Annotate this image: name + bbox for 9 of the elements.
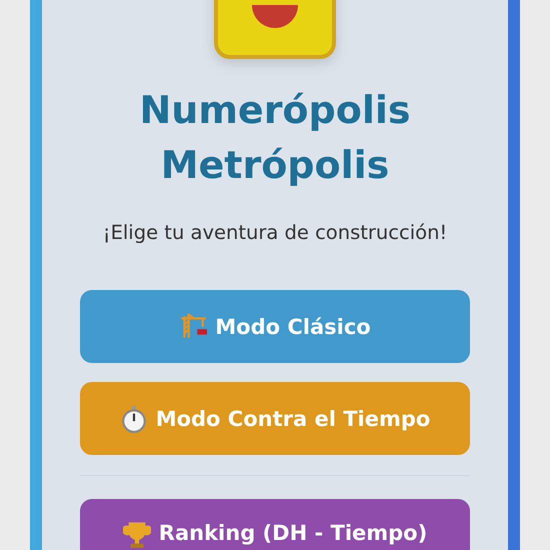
mode-button[interactable]: Modo Clásico [80,290,470,363]
app-title: Numerópolis [139,87,411,134]
mode-button[interactable]: Modo Contra el Tiempo [80,382,470,455]
app-title: Metrópolis [160,142,390,189]
mode-button[interactable]: Ranking (DH - Tiempo) [80,499,470,550]
subtitle: ¡Elige tu aventura de construcción! [102,221,448,244]
trophy-icon [122,521,151,549]
crane-icon [179,312,208,340]
stopwatch-icon [120,404,148,432]
